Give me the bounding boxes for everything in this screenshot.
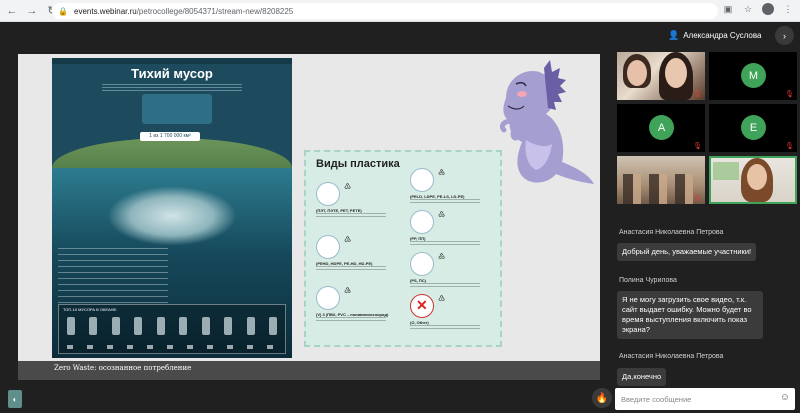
url-path: /petrocollege/8054371/stream-new/8208225 [136, 6, 294, 16]
user-icon: 👤 [668, 30, 680, 40]
presentation-slide: Тихий мусор 1 из 1 700 000 км² ТОП-10 МУ… [18, 54, 600, 380]
lock-icon: 🔒 [58, 6, 68, 16]
video-tile-1[interactable]: 🎙 [617, 52, 705, 100]
pipe-icon [316, 286, 340, 310]
collapse-panel-button[interactable]: › [775, 26, 794, 45]
emoji-icon[interactable]: ☺ [780, 392, 790, 403]
poster-badge: 1 из 1 700 000 км² [140, 132, 200, 141]
chat-author: Полина Чурилова [619, 277, 677, 284]
extension-icon[interactable]: ▣ [722, 4, 734, 15]
recycle-triangle-icon: ♸ [438, 252, 446, 261]
current-user-name: Александра Суслова [683, 31, 762, 40]
plastic-type-7: ♹ (O, Other) [410, 294, 498, 331]
bottle-icon [316, 182, 340, 206]
recycle-triangle-icon: ♴ [344, 235, 352, 244]
bag-icon [410, 168, 434, 192]
dinosaur-illustration [499, 60, 594, 184]
recycle-triangle-icon: ♷ [438, 210, 446, 219]
mic-off-icon: 🎙 [693, 91, 702, 98]
container-icon [410, 210, 434, 234]
chat-author: Анастасия Николаевна Петрова [619, 353, 724, 360]
plastic-type-1: ♳ (ПЭТ, ПЭТЕ, PET, PETE) [316, 182, 404, 219]
menu-icon[interactable]: ⋮ [782, 4, 794, 15]
back-arrow-icon[interactable]: ← [4, 3, 20, 19]
plastic-types-card: Виды пластика ♳ (ПЭТ, ПЭТЕ, PET, PETE) ♴… [304, 150, 502, 347]
profile-avatar[interactable] [762, 3, 774, 15]
poster-header-strip [52, 58, 292, 64]
participant-avatar: E [741, 115, 766, 140]
canister-icon [316, 235, 340, 259]
star-icon[interactable]: ☆ [742, 4, 754, 15]
address-bar[interactable]: 🔒 events.webinar.ru /petrocollege/805437… [52, 3, 718, 19]
url-host: events.webinar.ru [74, 6, 137, 16]
video-tile-3[interactable]: A 🎙 [617, 104, 705, 152]
plastic-type-3: ♵ (V) 3 (ПВХ, PVC – поливинилхлорид) [316, 286, 404, 323]
browser-toolbar: ← → ↻ 🔒 events.webinar.ru /petrocollege/… [0, 0, 800, 22]
plastic-type-2: ♴ (PEHD, HDPE, PE-HD, HD-PE) [316, 235, 404, 272]
mic-off-icon: 🎙 [785, 91, 794, 98]
mic-off-icon: 🎙 [785, 143, 794, 150]
world-map [142, 94, 212, 124]
top-10-items [67, 317, 277, 337]
chat-author: Анастасия Николаевна Петрова [619, 229, 724, 236]
prohibited-icon [410, 294, 434, 318]
app-logo-button[interactable]: ◐ [8, 390, 22, 408]
video-tile-6[interactable] [709, 156, 797, 204]
recycle-triangle-icon: ♵ [344, 286, 352, 295]
food-tray-icon [410, 252, 434, 276]
poster-title: Тихий мусор [131, 66, 213, 81]
current-user[interactable]: 👤 Александра Суслова [668, 30, 761, 41]
recycle-triangle-icon: ♶ [438, 168, 446, 177]
recycle-triangle-icon: ♳ [344, 182, 352, 191]
garbage-patch [107, 186, 237, 246]
plastic-types-title: Виды пластика [316, 158, 400, 170]
top-10-values [67, 345, 277, 349]
video-tile-5[interactable]: 🎙 [617, 156, 705, 204]
chat-message: Добрый день, уважаемые участники! [617, 243, 757, 261]
poster-text-rows [58, 248, 168, 308]
participant-avatar: A [649, 115, 674, 140]
plastic-type-4: ♶ (PELD, LDPE, PE-LS, LD-PE) [410, 168, 498, 205]
recycle-triangle-icon: ♹ [438, 294, 446, 303]
forward-arrow-icon[interactable]: → [24, 3, 40, 19]
mic-off-icon: 🎙 [693, 195, 702, 202]
top-10-panel: ТОП-10 МУСОРА В ОКЕАНЕ: [58, 304, 286, 354]
video-tile-2[interactable]: M 🎙 [709, 52, 797, 100]
slide-caption-bar: Zero Waste: осознанное потребление [18, 361, 600, 380]
webinar-app: 👤 Александра Суслова › Тихий мусор 1 из … [0, 22, 800, 413]
participant-avatar: M [741, 63, 766, 88]
chat-message: Я не могу загрузить свое видео, т.к. сай… [617, 291, 763, 339]
chat-message-input[interactable] [621, 394, 771, 404]
slide-caption: Zero Waste: осознанное потребление [54, 364, 192, 372]
video-tile-4[interactable]: E 🎙 [709, 104, 797, 152]
poster-subtitle-lines [102, 84, 242, 92]
infographic-poster: Тихий мусор 1 из 1 700 000 км² ТОП-10 МУ… [52, 58, 292, 358]
chat-message: Да,конечно [617, 368, 667, 386]
chat-input-box[interactable]: ☺ [615, 388, 795, 410]
fire-icon[interactable]: 🔥 [592, 388, 612, 408]
mic-off-icon: 🎙 [693, 143, 702, 150]
plastic-type-5: ♷ (PP, ПП) [410, 210, 498, 247]
top-10-label: ТОП-10 МУСОРА В ОКЕАНЕ: [63, 307, 118, 312]
plastic-type-6: ♸ (PS, ПС) [410, 252, 498, 289]
